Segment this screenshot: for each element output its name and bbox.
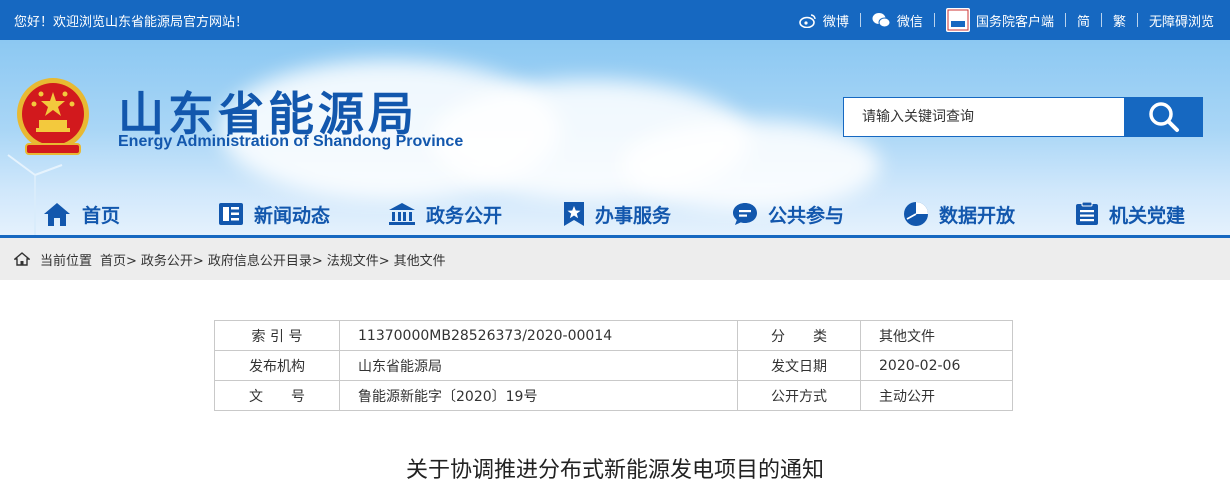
disclosure-mode-label: 公开方式	[737, 380, 861, 411]
newspaper-icon	[219, 203, 243, 225]
welcome-text: 您好！欢迎浏览山东省能源局官方网站！	[14, 14, 249, 30]
breadcrumb-prefix: 当前位置	[40, 253, 93, 269]
divider	[1064, 13, 1066, 27]
top-links: 微博 微信 国务院客户端 简 繁 无障碍浏览	[799, 8, 1214, 32]
search-button[interactable]	[1124, 97, 1203, 137]
national-emblem-logo[interactable]	[14, 74, 92, 162]
index-value: 11370000MB28526373/2020-00014	[339, 320, 738, 351]
top-bar: 您好！欢迎浏览山东省能源局官方网站！ 微博 微信 国务院客户端 简 繁 无障碍浏…	[0, 0, 1230, 40]
index-label: 索 引 号	[214, 320, 340, 351]
search-input[interactable]	[843, 97, 1124, 137]
table-row: 发布机构 山东省能源局 发文日期 2020-02-06	[214, 350, 1013, 381]
nav-news-label: 新闻动态	[254, 204, 331, 227]
main-nav: 首页 新闻动态 政务公开 办事服务 公共参与 数据开放 机关党建	[0, 190, 1230, 238]
nav-participation-label: 公共参与	[768, 204, 845, 227]
search-icon	[1148, 102, 1179, 132]
wechat-label: 微信	[896, 14, 923, 30]
chat-bubble-icon	[733, 203, 757, 225]
doc-number-value: 鲁能源新能字〔2020〕19号	[339, 380, 738, 411]
header-banner: 山东省能源局 Energy Administration of Shandong…	[0, 40, 1230, 238]
doc-number-label: 文 号	[214, 380, 340, 411]
gov-client-link[interactable]: 国务院客户端	[945, 8, 1054, 32]
nav-party-building[interactable]: 机关党建	[1075, 201, 1185, 228]
date-value: 2020-02-06	[860, 350, 1013, 381]
weibo-label: 微博	[822, 14, 849, 30]
nav-participation[interactable]: 公共参与	[732, 201, 844, 228]
table-row: 索 引 号 11370000MB28526373/2020-00014 分 类 …	[214, 320, 1013, 351]
nav-home[interactable]: 首页	[42, 201, 120, 228]
site-subtitle: Energy Administration of Shandong Provin…	[118, 133, 464, 150]
nav-open-data-label: 数据开放	[939, 204, 1016, 227]
breadcrumb-gov-affairs[interactable]: 政务公开>	[141, 250, 204, 269]
nav-gov-affairs[interactable]: 政务公开	[388, 201, 502, 228]
publisher-label: 发布机构	[214, 350, 340, 381]
weibo-link[interactable]: 微博	[799, 11, 849, 30]
publisher-value: 山东省能源局	[339, 350, 738, 381]
gov-client-label: 国务院客户端	[975, 14, 1054, 30]
category-label: 分 类	[737, 320, 861, 351]
date-label: 发文日期	[737, 350, 861, 381]
nav-services[interactable]: 办事服务	[563, 201, 671, 228]
disclosure-mode-value: 主动公开	[860, 380, 1013, 411]
accessible-link[interactable]: 无障碍浏览	[1149, 11, 1214, 30]
nav-underline	[0, 235, 1230, 238]
breadcrumb: 当前位置 首页> 政务公开> 政府信息公开目录> 法规文件> 其他文件	[0, 238, 1230, 280]
divider	[1100, 13, 1102, 27]
nav-news[interactable]: 新闻动态	[218, 201, 330, 228]
government-building-icon	[389, 203, 415, 225]
document-list-icon	[1076, 202, 1098, 225]
pie-chart-icon	[904, 202, 928, 226]
nav-open-data[interactable]: 数据开放	[903, 201, 1015, 228]
nav-gov-affairs-label: 政务公开	[426, 204, 503, 227]
document-title: 关于协调推进分布式新能源发电项目的通知	[405, 458, 824, 483]
traditional-link[interactable]: 繁	[1113, 11, 1126, 30]
gov-client-icon	[945, 8, 970, 32]
divider	[1136, 13, 1138, 27]
search-box	[843, 97, 1203, 137]
nav-services-label: 办事服务	[595, 204, 672, 227]
nav-party-building-label: 机关党建	[1109, 204, 1186, 227]
breadcrumb-home[interactable]: 首页>	[100, 250, 137, 269]
weibo-icon	[799, 13, 816, 28]
wechat-icon	[872, 13, 891, 28]
divider	[859, 13, 861, 27]
wechat-link[interactable]: 微信	[872, 11, 923, 30]
category-value: 其他文件	[860, 320, 1013, 351]
breadcrumb-other-files[interactable]: 其他文件	[394, 250, 446, 269]
bookmark-star-icon	[564, 202, 584, 226]
breadcrumb-info-catalog[interactable]: 政府信息公开目录>	[208, 250, 323, 269]
simplified-link[interactable]: 简	[1077, 11, 1090, 30]
breadcrumb-regulations[interactable]: 法规文件>	[327, 250, 390, 269]
document-info-table: 索 引 号 11370000MB28526373/2020-00014 分 类 …	[214, 320, 1013, 411]
nav-home-label: 首页	[82, 204, 121, 227]
home-icon	[44, 203, 70, 226]
table-row: 文 号 鲁能源新能字〔2020〕19号 公开方式 主动公开	[214, 380, 1013, 411]
divider	[933, 13, 935, 27]
home-icon	[14, 252, 30, 266]
